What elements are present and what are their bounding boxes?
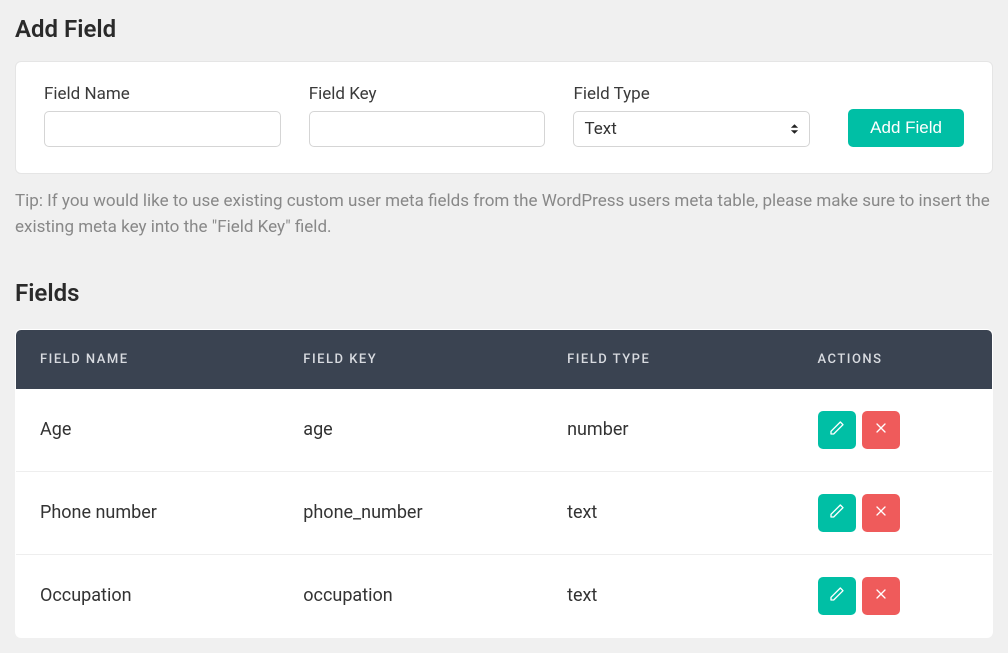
add-field-button[interactable]: Add Field (848, 109, 964, 147)
add-field-card: Field Name Field Key Field Type Text Add… (15, 61, 993, 174)
cell-actions (778, 471, 993, 554)
field-type-label: Field Type (573, 84, 810, 104)
delete-button[interactable] (862, 577, 900, 615)
column-actions: ACTIONS (778, 329, 993, 389)
chevron-sort-icon (790, 123, 799, 135)
edit-button[interactable] (818, 494, 856, 532)
field-key-group: Field Key (309, 84, 546, 147)
fields-table: FIELD NAME FIELD KEY FIELD TYPE ACTIONS … (15, 329, 993, 638)
tip-text: Tip: If you would like to use existing c… (15, 188, 993, 241)
cell-field-type: number (543, 389, 777, 472)
cell-field-key: occupation (279, 554, 543, 637)
field-name-group: Field Name (44, 84, 281, 147)
cell-field-name: Phone number (16, 471, 280, 554)
pencil-icon (829, 503, 845, 522)
close-icon (873, 503, 889, 522)
table-row: Phone numberphone_numbertext (16, 471, 993, 554)
delete-button[interactable] (862, 494, 900, 532)
field-key-input[interactable] (309, 111, 546, 147)
cell-field-name: Age (16, 389, 280, 472)
delete-button[interactable] (862, 411, 900, 449)
edit-button[interactable] (818, 577, 856, 615)
cell-field-name: Occupation (16, 554, 280, 637)
close-icon (873, 420, 889, 439)
edit-button[interactable] (818, 411, 856, 449)
cell-actions (778, 554, 993, 637)
cell-field-key: age (279, 389, 543, 472)
field-type-value: Text (584, 119, 616, 139)
cell-field-type: text (543, 471, 777, 554)
table-row: Occupationoccupationtext (16, 554, 993, 637)
field-name-label: Field Name (44, 84, 281, 104)
field-type-select[interactable]: Text (573, 111, 810, 147)
column-field-name: FIELD NAME (16, 329, 280, 389)
cell-field-type: text (543, 554, 777, 637)
close-icon (873, 586, 889, 605)
cell-field-key: phone_number (279, 471, 543, 554)
cell-actions (778, 389, 993, 472)
add-field-heading: Add Field (15, 15, 993, 43)
table-row: Ageagenumber (16, 389, 993, 472)
field-key-label: Field Key (309, 84, 546, 104)
field-type-group: Field Type Text (573, 84, 810, 147)
column-field-key: FIELD KEY (279, 329, 543, 389)
fields-heading: Fields (15, 279, 993, 307)
field-name-input[interactable] (44, 111, 281, 147)
pencil-icon (829, 586, 845, 605)
pencil-icon (829, 420, 845, 439)
column-field-type: FIELD TYPE (543, 329, 777, 389)
